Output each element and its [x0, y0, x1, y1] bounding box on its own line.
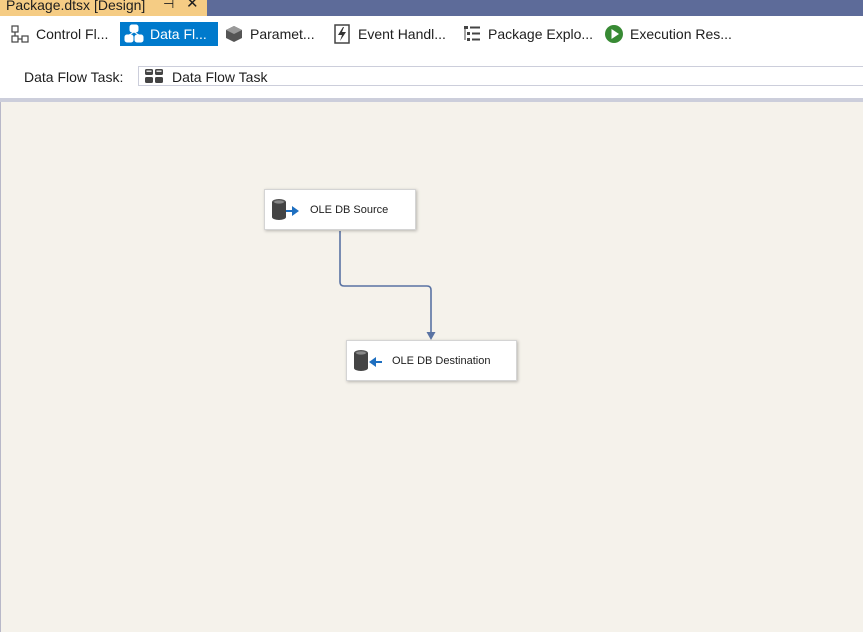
- tab-event-handlers[interactable]: Event Handl...: [328, 22, 450, 46]
- tab-control-flow[interactable]: Control Fl...: [6, 22, 112, 46]
- execution-results-icon: [604, 24, 624, 44]
- tab-data-flow[interactable]: Data Fl...: [120, 22, 218, 46]
- designer-toolbar: Control Fl... Data Fl... Paramet... Even…: [0, 16, 863, 52]
- ole-db-destination-icon: [352, 349, 384, 373]
- tab-execution-results[interactable]: Execution Res...: [600, 22, 736, 46]
- tab-data-flow-label: Data Fl...: [150, 26, 207, 42]
- close-icon[interactable]: ✕: [186, 0, 199, 11]
- task-selector-bar: Data Flow Task: Data Flow Task: [0, 52, 863, 98]
- package-explorer-icon: [462, 24, 482, 44]
- tab-execution-results-label: Execution Res...: [630, 26, 732, 42]
- event-handlers-icon: [332, 24, 352, 44]
- tab-parameters-label: Paramet...: [250, 26, 315, 42]
- tab-package-explorer[interactable]: Package Explo...: [458, 22, 597, 46]
- ole-db-destination-label: OLE DB Destination: [392, 354, 491, 367]
- ole-db-source-component[interactable]: OLE DB Source: [264, 189, 416, 230]
- task-selector-dropdown[interactable]: Data Flow Task: [138, 66, 863, 86]
- data-flow-task-icon: [144, 68, 164, 84]
- task-selector-value: Data Flow Task: [172, 69, 268, 85]
- document-tab-title: Package.dtsx [Design]: [6, 0, 146, 13]
- ole-db-source-icon: [270, 198, 302, 222]
- document-tab-strip: Package.dtsx [Design] ⊣ ✕: [0, 0, 863, 16]
- data-flow-canvas[interactable]: OLE DB Source OLE DB Destination: [0, 102, 863, 632]
- document-tab[interactable]: Package.dtsx [Design] ⊣ ✕: [0, 0, 207, 16]
- ole-db-source-label: OLE DB Source: [310, 203, 389, 216]
- pin-icon[interactable]: ⊣: [163, 0, 174, 11]
- ole-db-destination-component[interactable]: OLE DB Destination: [346, 340, 517, 381]
- tab-event-handlers-label: Event Handl...: [358, 26, 446, 42]
- task-selector-label: Data Flow Task:: [24, 69, 124, 85]
- data-flow-icon: [124, 24, 144, 44]
- parameters-icon: [224, 24, 244, 44]
- tab-parameters[interactable]: Paramet...: [220, 22, 319, 46]
- tab-control-flow-label: Control Fl...: [36, 26, 109, 42]
- control-flow-icon: [10, 24, 30, 44]
- tab-package-explorer-label: Package Explo...: [488, 26, 594, 42]
